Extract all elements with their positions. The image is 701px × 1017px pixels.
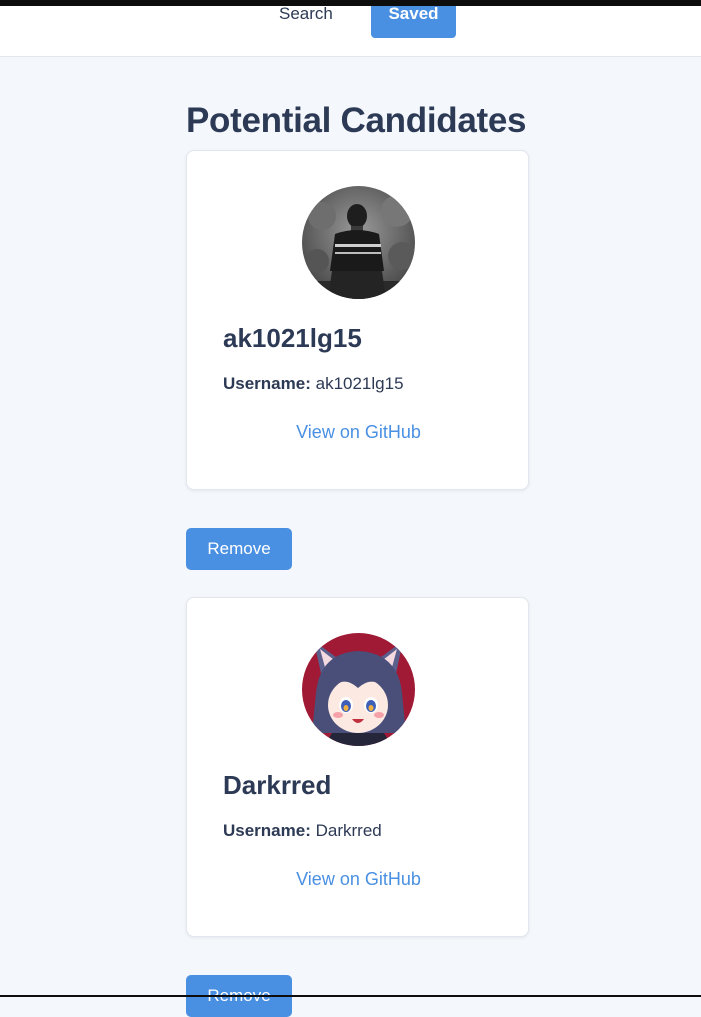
candidate-card: Darkrred Username: Darkrred View on GitH… — [186, 597, 529, 937]
remove-button[interactable]: Remove — [186, 528, 292, 570]
view-on-github-link[interactable]: View on GitHub — [187, 869, 530, 890]
view-on-github-link[interactable]: View on GitHub — [187, 422, 530, 443]
candidate-card: ak1021lg15 Username: ak1021lg15 View on … — [186, 150, 529, 490]
nav-search-link[interactable]: Search — [279, 5, 333, 22]
navbar: Search Saved — [0, 5, 701, 57]
avatar — [302, 186, 415, 299]
username-value: Darkrred — [315, 821, 382, 840]
candidate-username: Username: Darkrred — [223, 821, 382, 841]
candidate-username: Username: ak1021lg15 — [223, 374, 404, 394]
nav-saved-button[interactable]: Saved — [371, 5, 456, 38]
avatar — [302, 633, 415, 746]
candidate-name: ak1021lg15 — [223, 323, 362, 353]
page-title: Potential Candidates — [186, 101, 527, 140]
username-label: Username: — [223, 821, 311, 840]
candidate-name: Darkrred — [223, 770, 332, 800]
username-value: ak1021lg15 — [315, 374, 404, 393]
username-label: Username: — [223, 374, 311, 393]
